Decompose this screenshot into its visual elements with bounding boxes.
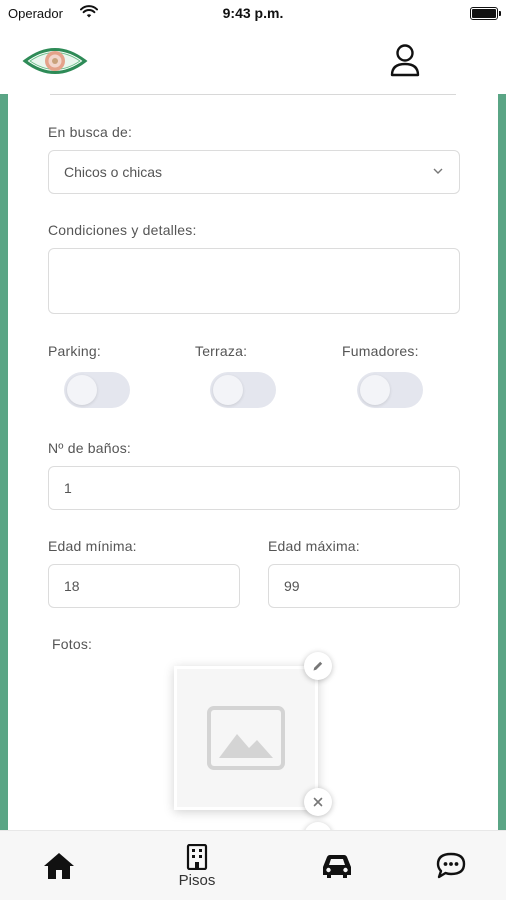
conditions-label: Condiciones y detalles: [48,222,197,238]
min-age-value: 18 [64,578,80,594]
battery-icon [470,7,501,20]
min-age-input[interactable]: 18 [48,564,240,608]
photos-label: Fotos: [52,636,93,652]
smokers-toggle[interactable] [357,372,423,408]
max-age-value: 99 [284,578,300,594]
status-bar: Operador 9:43 p.m. [0,0,506,28]
toggle-knob [213,375,243,405]
home-icon [44,853,74,879]
max-age-label: Edad máxima: [268,538,360,554]
pencil-icon [313,661,323,671]
app-bar [0,28,506,94]
car-icon [323,855,351,878]
remove-photo-button[interactable] [304,788,332,816]
nav-home[interactable] [26,831,92,900]
image-placeholder-icon [207,706,285,770]
add-photo-button[interactable] [304,822,332,830]
min-age-label: Edad mínima: [48,538,137,554]
looking-for-label: En busca de: [48,124,133,140]
looking-for-value: Chicos o chicas [64,164,163,180]
bathrooms-value: 1 [64,480,72,496]
frame-left-border [0,94,8,830]
chat-icon [436,852,466,879]
toggle-knob [360,375,390,405]
clock: 9:43 p.m. [222,5,284,21]
divider [50,94,456,95]
terrace-toggle[interactable] [210,372,276,408]
edit-photo-button[interactable] [304,652,332,680]
eye-logo-icon[interactable] [22,42,88,80]
smokers-label: Fumadores: [342,343,419,359]
user-icon[interactable] [388,42,422,78]
form-container[interactable]: En busca de: Chicos o chicas Condiciones… [8,94,498,830]
terrace-label: Terraza: [195,343,248,359]
nav-chat[interactable] [418,831,484,900]
frame-right-border [498,94,506,830]
building-icon [186,843,208,870]
max-age-input[interactable]: 99 [268,564,460,608]
parking-label: Parking: [48,343,101,359]
toggle-knob [67,375,97,405]
nav-car[interactable] [304,831,370,900]
chevron-down-icon [433,168,443,174]
bathrooms-input[interactable]: 1 [48,466,460,510]
nav-flats[interactable]: Pisos [164,831,230,900]
close-icon [313,797,323,807]
looking-for-select[interactable]: Chicos o chicas [48,150,460,194]
parking-toggle[interactable] [64,372,130,408]
bottom-nav: Pisos [0,830,506,900]
photo-placeholder[interactable] [174,666,318,810]
nav-flats-label: Pisos [178,871,216,889]
bathrooms-label: Nº de baños: [48,440,132,456]
conditions-textarea[interactable] [48,248,460,314]
